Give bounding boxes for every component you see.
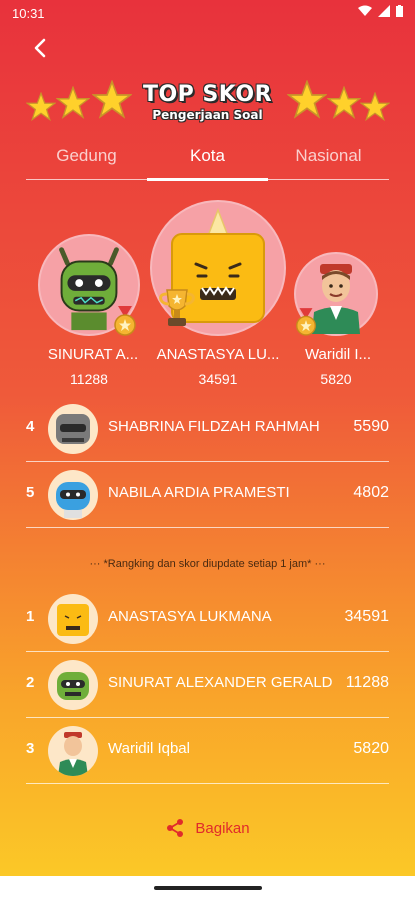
list-item-name: ANASTASYA LUKMANA: [108, 608, 272, 625]
bronze-medal-icon: [296, 308, 316, 336]
tab-gedung[interactable]: Gedung: [26, 140, 147, 179]
box-avatar-icon: [57, 604, 89, 636]
podium-score-1: 34591: [198, 371, 238, 387]
robot-avatar-icon: [57, 672, 89, 700]
blue-robot-avatar-icon: [56, 482, 90, 518]
podium-name-3: Waridil I...: [304, 346, 372, 363]
list-item[interactable]: 4 SHABRINA FILDZAH RAHMAH 5590: [26, 396, 389, 462]
rank-number: 5: [26, 484, 35, 501]
update-note: ··· *Rangking dan skor diupdate setiap 1…: [89, 558, 326, 570]
list-item-score: 5820: [353, 740, 389, 757]
tab-kota[interactable]: Kota: [147, 140, 268, 181]
podium-score-2: 11288: [70, 371, 108, 387]
gesture-bar: [0, 876, 415, 900]
list-item-score: 4802: [353, 484, 389, 501]
podium-score-3: 5820: [320, 371, 352, 387]
rank-number: 2: [26, 674, 35, 691]
podium-name-2: SINURAT A...: [47, 346, 139, 363]
home-indicator[interactable]: [154, 886, 262, 890]
list-item-score: 5590: [353, 418, 389, 435]
list-item[interactable]: 5 NABILA ARDIA PRAMESTI 4802: [26, 462, 389, 528]
status-bar: 10:31: [0, 0, 415, 28]
signal-icon: [378, 5, 390, 17]
person-avatar-icon: [58, 732, 88, 776]
star-icon: [287, 80, 327, 119]
rank-number: 1: [26, 608, 35, 625]
leaderboard-screen: 10:31 TOP SKOR Pengerjaan Soal Gedung Ko…: [0, 0, 415, 876]
hero-banner: TOP SKOR Pengerjaan Soal: [0, 78, 415, 128]
list-item[interactable]: 1 ANASTASYA LUKMANA 34591: [26, 586, 389, 652]
tab-nasional[interactable]: Nasional: [268, 140, 389, 179]
rank-number: 3: [26, 740, 35, 757]
list-item-name: NABILA ARDIA PRAMESTI: [108, 484, 290, 501]
podium-name-1: ANASTASYA LU...: [156, 346, 280, 363]
status-icons: [358, 5, 403, 17]
list-item[interactable]: 2 SINURAT ALEXANDER GERALD 11288: [26, 652, 389, 718]
silver-medal-icon: [114, 306, 136, 336]
avatar: [48, 726, 98, 776]
avatar: [48, 660, 98, 710]
rank-number: 4: [26, 418, 35, 435]
share-button[interactable]: Bagikan: [0, 818, 415, 838]
share-icon: [167, 819, 184, 837]
star-icon: [327, 86, 361, 119]
list-item-name: Waridil Iqbal: [108, 740, 190, 757]
avatar: [48, 470, 98, 520]
avatar: [48, 404, 98, 454]
wifi-icon: [358, 5, 372, 16]
list-item[interactable]: 3 Waridil Iqbal 5820: [26, 718, 389, 784]
list-item-name: SHABRINA FILDZAH RAHMAH: [108, 418, 320, 435]
back-arrow-icon[interactable]: [28, 36, 52, 60]
avatar: [48, 594, 98, 644]
list-item-name: SINURAT ALEXANDER GERALD: [108, 674, 333, 691]
trophy-icon: [159, 289, 195, 326]
list-item-score: 11288: [345, 674, 389, 691]
status-time: 10:31: [12, 6, 45, 21]
scope-tabs: Gedung Kota Nasional: [26, 140, 389, 181]
battery-icon: [396, 5, 403, 17]
star-icon: [360, 92, 390, 122]
grey-robot-avatar-icon: [56, 414, 90, 444]
share-label: Bagikan: [195, 819, 250, 837]
list-item-score: 34591: [344, 608, 390, 625]
